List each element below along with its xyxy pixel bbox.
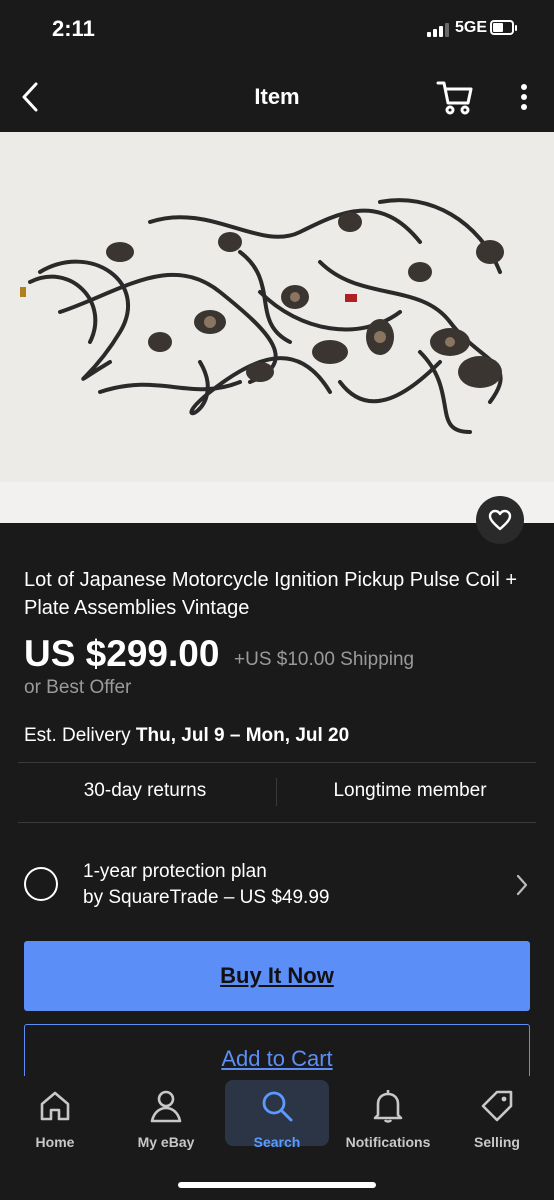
- tab-label: Search: [253, 1134, 301, 1150]
- shipping-cost: +US $10.00 Shipping: [234, 649, 415, 670]
- protection-plan-option[interactable]: 1-year protection plan by SquareTrade – …: [0, 850, 554, 920]
- tab-search[interactable]: Search: [225, 1080, 329, 1150]
- signal-icon: [427, 23, 453, 37]
- tag-icon: [481, 1090, 513, 1122]
- tab-home[interactable]: Home: [3, 1080, 107, 1150]
- status-bar: 2:11 5GE: [0, 0, 554, 60]
- item-photo-graphic: [0, 132, 554, 523]
- protection-plan-price: by SquareTrade – US $49.99: [83, 887, 330, 908]
- divider: [18, 822, 536, 823]
- tab-label: My eBay: [137, 1134, 195, 1150]
- protection-plan-title: 1-year protection plan: [83, 861, 267, 882]
- cart-button[interactable]: [436, 78, 474, 116]
- battery-icon: [490, 20, 518, 36]
- returns-info: 30-day returns: [83, 780, 207, 801]
- favorite-button[interactable]: [476, 496, 524, 544]
- more-vertical-icon: [521, 84, 527, 110]
- estimated-delivery: Est. Delivery Thu, Jul 9 – Mon, Jul 20: [24, 725, 349, 747]
- nav-bar: Item: [0, 60, 554, 132]
- divider: [18, 762, 536, 763]
- cart-icon: [436, 81, 473, 115]
- seller-member-info: Longtime member: [333, 780, 487, 801]
- tab-my-ebay[interactable]: My eBay: [114, 1080, 218, 1150]
- tab-label: Notifications: [345, 1134, 431, 1150]
- protection-plan-radio[interactable]: [24, 867, 58, 901]
- tab-selling[interactable]: Selling: [445, 1080, 549, 1150]
- network-type: 5GE: [455, 19, 488, 36]
- status-time: 2:11: [52, 16, 95, 41]
- chevron-right-icon: [516, 874, 528, 896]
- heart-icon: [488, 509, 512, 531]
- home-icon: [40, 1091, 70, 1121]
- listing-price: US $299.00: [24, 633, 220, 674]
- best-offer-label: or Best Offer: [24, 677, 132, 698]
- item-photo[interactable]: [0, 132, 554, 523]
- tab-label: Selling: [474, 1134, 520, 1150]
- tab-label: Home: [35, 1134, 75, 1150]
- delivery-dates: Thu, Jul 9 – Mon, Jul 20: [135, 725, 350, 746]
- search-icon: [262, 1091, 293, 1122]
- buy-it-now-button[interactable]: Buy It Now: [24, 941, 530, 1011]
- divider-vertical: [276, 778, 277, 806]
- more-button[interactable]: [512, 82, 536, 112]
- user-icon: [150, 1090, 182, 1123]
- bell-icon: [373, 1090, 403, 1123]
- tab-notifications[interactable]: Notifications: [336, 1080, 440, 1150]
- listing-title: Lot of Japanese Motorcycle Ignition Pick…: [24, 569, 518, 619]
- home-indicator: [178, 1182, 376, 1188]
- delivery-label: Est. Delivery: [24, 725, 131, 746]
